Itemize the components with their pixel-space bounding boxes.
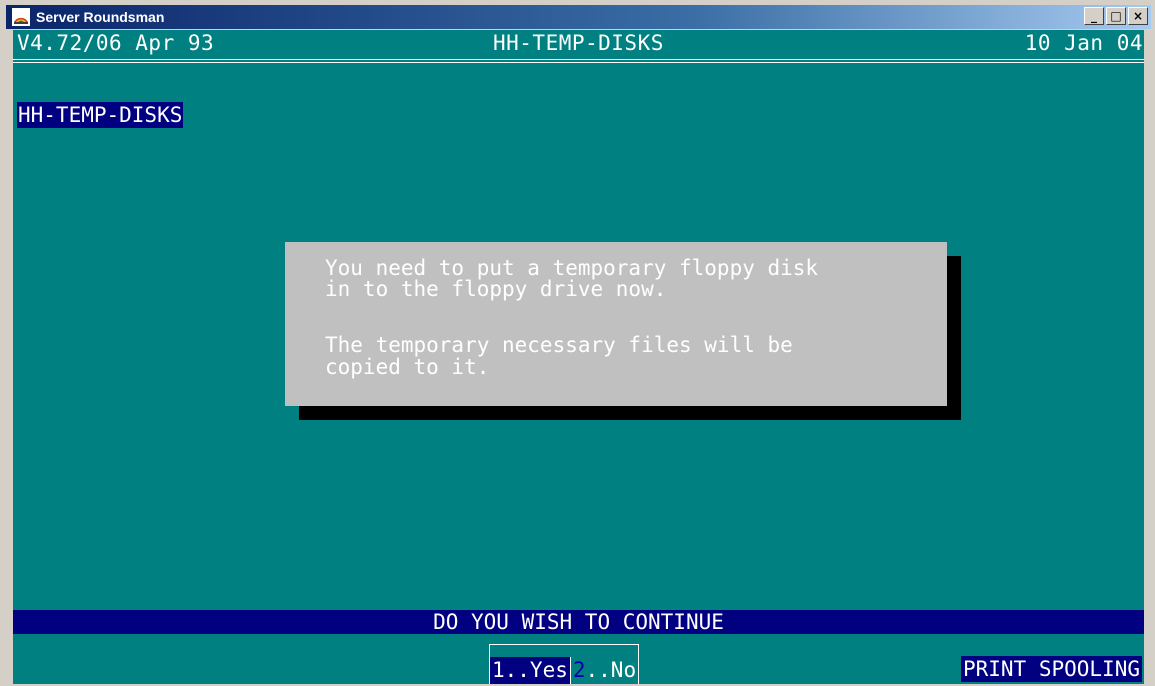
no-option[interactable]: 2..No <box>571 657 638 684</box>
console-header: V4.72/06 Apr 93 HH-TEMP-DISKS 10 Jan 04 <box>17 30 1143 56</box>
header-divider <box>13 62 1144 63</box>
dialog-line: You need to put a temporary floppy disk <box>325 256 819 280</box>
close-button[interactable]: × <box>1128 7 1148 25</box>
message-dialog: You need to put a temporary floppy disk … <box>285 242 947 406</box>
header-divider <box>13 59 1144 60</box>
date-text: 10 Jan 04 <box>1024 31 1143 55</box>
maximize-button[interactable]: □ <box>1106 7 1126 25</box>
print-spooling-status: PRINT SPOOLING <box>960 656 1142 682</box>
dialog-line: copied to it. <box>325 355 490 379</box>
choice-box: 1..Yes 2..No <box>489 644 640 684</box>
no-option-number: 2 <box>572 658 586 682</box>
continue-prompt: DO YOU WISH TO CONTINUE <box>13 610 1144 634</box>
window-title: Server Roundsman <box>36 9 165 25</box>
program-label: HH-TEMP-DISKS <box>17 102 184 128</box>
minimize-button[interactable]: _ <box>1084 7 1104 25</box>
version-text: V4.72/06 Apr 93 <box>17 31 215 55</box>
program-name: HH-TEMP-DISKS <box>493 31 664 55</box>
dialog-line: The temporary necessary files will be <box>325 333 793 357</box>
app-window: Server Roundsman _ □ × V4.72/06 Apr 93 H… <box>0 0 1155 686</box>
yes-option[interactable]: 1..Yes <box>490 657 571 684</box>
app-icon <box>12 8 30 26</box>
window-controls: _ □ × <box>1084 7 1148 25</box>
title-bar[interactable]: Server Roundsman _ □ × <box>6 5 1151 29</box>
no-option-label: ..No <box>585 658 637 682</box>
console-area[interactable]: V4.72/06 Apr 93 HH-TEMP-DISKS 10 Jan 04 … <box>13 30 1144 684</box>
dialog-line: in to the floppy drive now. <box>325 277 667 301</box>
